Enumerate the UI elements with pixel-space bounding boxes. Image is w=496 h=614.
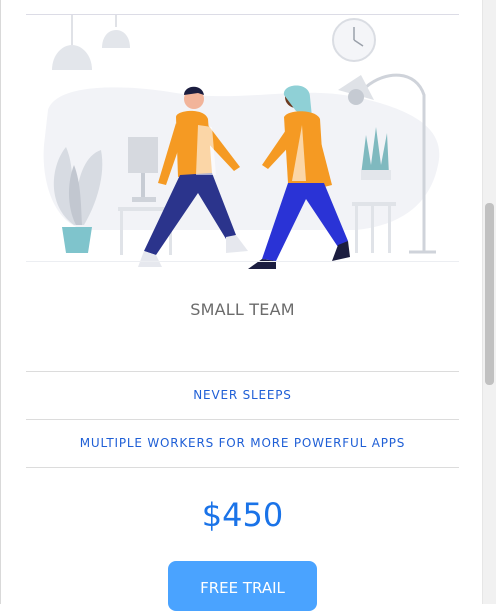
scrollbar-thumb[interactable] (485, 203, 494, 385)
pricing-card: SMALL TEAM NEVER SLEEPS MULTIPLE WORKERS… (26, 0, 459, 611)
pendant-lamp-icon (52, 15, 92, 70)
feature-divider (26, 419, 459, 420)
pendant-lamp-icon (102, 15, 130, 48)
feature-divider (26, 467, 459, 468)
team-illustration (26, 15, 459, 269)
window-left-edge (0, 0, 1, 604)
plan-name: SMALL TEAM (190, 300, 295, 319)
feature-divider (26, 371, 459, 372)
wall-clock-icon (332, 18, 376, 62)
feature-item: MULTIPLE WORKERS FOR MORE POWERFUL APPS (79, 436, 406, 450)
feature-item: NEVER SLEEPS (193, 388, 292, 402)
plan-price: $450 (201, 496, 284, 534)
